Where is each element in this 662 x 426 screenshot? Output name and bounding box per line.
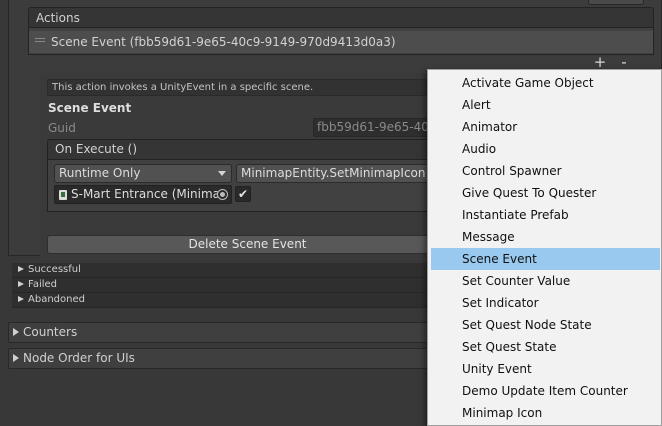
menu-item[interactable]: Animator <box>431 116 660 138</box>
menu-item[interactable]: Instantiate Prefab <box>431 204 660 226</box>
menu-item[interactable]: Message <box>431 226 660 248</box>
foldout-failed[interactable]: Failed <box>12 278 432 293</box>
menu-item[interactable]: Minimap Icon <box>431 402 660 424</box>
drag-handle-icon[interactable] <box>35 38 45 45</box>
actions-list-header: Actions <box>28 7 654 28</box>
menu-item[interactable]: Set Indicator <box>431 292 660 314</box>
foldout-abandoned[interactable]: Abandoned <box>12 293 432 308</box>
method-dropdown[interactable]: MinimapEntity.SetMinimapIcon <box>236 164 448 183</box>
foldout-label: Node Order for UIs <box>23 351 135 365</box>
foldout-label: Abandoned <box>28 294 85 305</box>
actions-list-element-scene-event[interactable]: Scene Event (fbb59d61-9e65-40c9-9149-970… <box>29 31 653 53</box>
delete-scene-event-button[interactable]: Delete Scene Event <box>47 235 448 254</box>
runtime-only-value: Runtime Only <box>59 166 141 180</box>
dropdown-arrow-icon <box>218 171 226 176</box>
foldout-counters[interactable]: Counters <box>8 322 432 343</box>
menu-item[interactable]: Demo Update Item Counter <box>431 380 660 402</box>
help-box: This action invokes a UnityEvent in a sp… <box>47 79 447 96</box>
guid-label: Guid <box>48 121 76 135</box>
foldout-label: Counters <box>23 325 78 339</box>
target-object-field[interactable]: S-Mart Entrance (Minima <box>54 185 232 204</box>
action-type-menu: Activate Game Object Alert Animator Audio Co… <box>427 69 662 426</box>
foldout-successful[interactable]: Successful <box>12 263 432 278</box>
on-execute-header: On Execute () <box>47 139 447 160</box>
gameobject-icon <box>59 190 67 200</box>
scene-event-title: Scene Event <box>48 101 132 115</box>
menu-item[interactable]: Give Quest To Quester <box>431 182 660 204</box>
menu-item[interactable]: Activate Game Object <box>431 72 660 94</box>
object-picker-icon[interactable] <box>217 189 228 200</box>
menu-item[interactable]: Alert <box>431 94 660 116</box>
runtime-only-dropdown[interactable]: Runtime Only <box>54 164 232 183</box>
target-object-value: S-Mart Entrance (Minima <box>71 187 221 201</box>
foldout-arrow-icon <box>18 281 24 287</box>
foldout-arrow-icon <box>18 296 24 302</box>
argument-checkbox[interactable]: ✔ <box>235 186 251 202</box>
list-footer-tab <box>588 0 644 5</box>
menu-item[interactable]: Set Quest Node State <box>431 314 660 336</box>
remove-action-button[interactable]: - <box>612 55 636 70</box>
menu-item[interactable]: Control Spawner <box>431 160 660 182</box>
foldout-arrow-icon <box>18 266 24 272</box>
add-action-button[interactable]: + <box>588 55 612 70</box>
menu-item[interactable]: Unity Event <box>431 358 660 380</box>
menu-item[interactable]: Set Counter Value <box>431 270 660 292</box>
foldout-arrow-icon <box>13 354 19 362</box>
menu-item[interactable]: Scene Event <box>431 248 660 270</box>
foldout-label: Failed <box>28 279 58 290</box>
foldout-node-order[interactable]: Node Order for UIs <box>8 348 432 369</box>
menu-item[interactable]: Audio <box>431 138 660 160</box>
menu-item[interactable]: Set Quest State <box>431 336 660 358</box>
foldout-arrow-icon <box>13 328 19 336</box>
foldout-label: Successful <box>28 264 81 275</box>
